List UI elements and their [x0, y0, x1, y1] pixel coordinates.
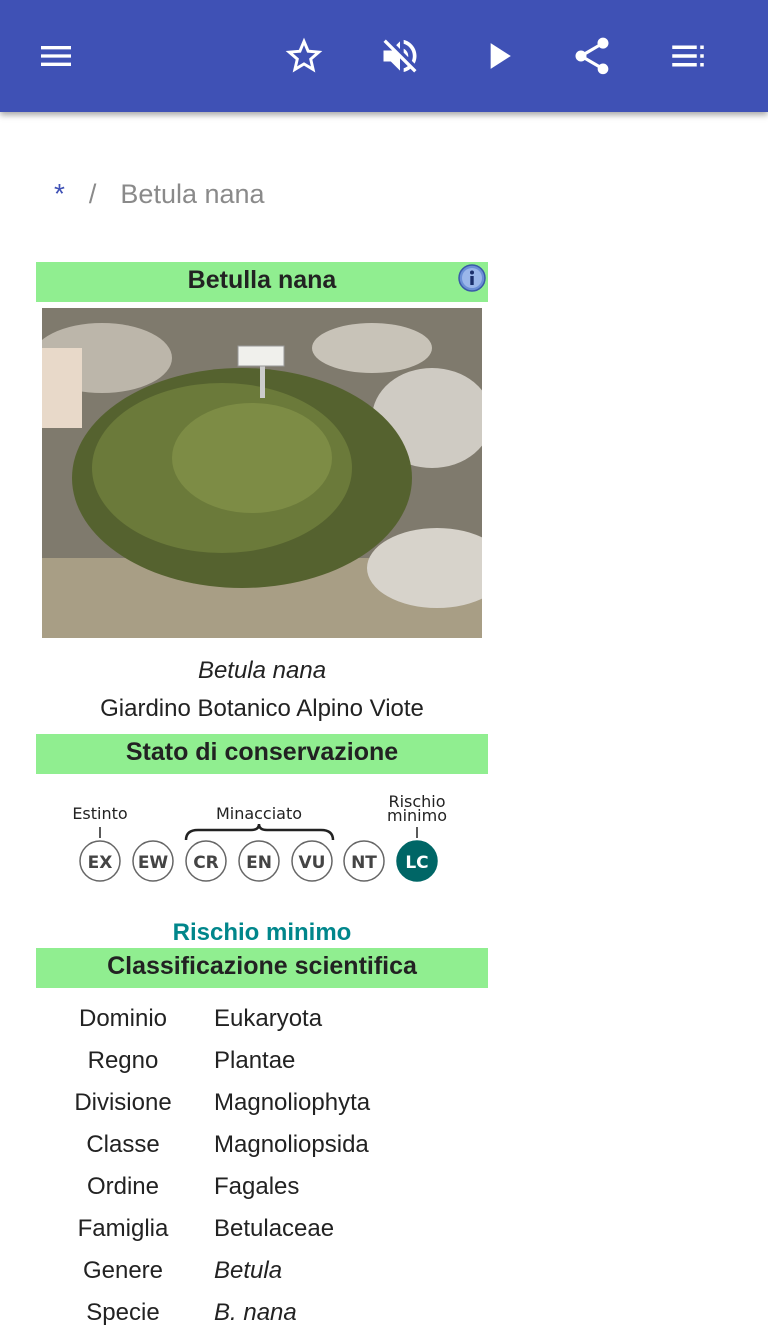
- taxonomy-value[interactable]: Plantae: [210, 1040, 295, 1082]
- iucn-label-least-line2: minimo: [387, 806, 447, 825]
- taxonomy-value[interactable]: Magnoliophyta: [210, 1082, 370, 1124]
- taxonomy-rank: Regno: [87, 1047, 159, 1074]
- caption-species: Betula nana: [197, 657, 327, 684]
- taxonomy-value: Eukaryota: [214, 1005, 323, 1032]
- taxonomy-rank: Famiglia: [77, 1215, 169, 1242]
- taxonomy-value[interactable]: Betula: [210, 1250, 282, 1292]
- infobox-title: Betulla nana: [187, 266, 337, 294]
- taxonomy-value[interactable]: Betulaceae: [210, 1208, 334, 1250]
- taxonomy-row: Specie B. nana: [36, 1292, 488, 1334]
- taxonomy-table: Dominio Eukaryota Regno Plantae Divisione Mag…: [36, 998, 488, 1334]
- menu-icon[interactable]: [28, 28, 84, 84]
- iucn-status-scale[interactable]: Estinto Minacciato Rischio minimo EX EW CR…: [36, 782, 488, 892]
- taxonomy-rank: Dominio: [78, 1005, 168, 1032]
- iucn-label-threatened: Minacciato: [216, 804, 302, 823]
- iucn-category-label: EW: [138, 853, 169, 873]
- iucn-category-label: EX: [88, 853, 113, 873]
- taxonomy-value[interactable]: Magnoliopsida: [210, 1124, 369, 1166]
- breadcrumb-current: Betula nana: [120, 179, 265, 209]
- iucn-category-vu: VU: [291, 840, 333, 882]
- playlist-icon[interactable]: [660, 28, 716, 84]
- breadcrumb: * / Betula nana: [54, 178, 265, 210]
- conservation-status: Rischio minimo: [172, 919, 352, 946]
- iucn-category-ex: EX: [79, 840, 121, 882]
- taxonomy-row: Genere Betula: [36, 1250, 488, 1292]
- taxonomy-rank: Specie: [86, 1299, 160, 1326]
- infobox-title-bar: Betulla nana: [36, 262, 488, 302]
- photo-caption: Betula nana Giardino Botanico Alpino Vio…: [36, 652, 488, 728]
- star-outline-icon[interactable]: [276, 28, 332, 84]
- taxonomy-rank: Ordine: [86, 1173, 160, 1200]
- iucn-category-label: EN: [246, 853, 272, 873]
- taxonomy-row: Regno Plantae: [36, 1040, 488, 1082]
- iucn-category-ew: EW: [132, 840, 174, 882]
- classification-header: Classificazione scientifica: [36, 948, 488, 988]
- taxonomy-row: Divisione Magnoliophyta: [36, 1082, 488, 1124]
- play-icon[interactable]: [470, 28, 526, 84]
- share-icon[interactable]: [564, 28, 620, 84]
- species-photo[interactable]: [42, 308, 482, 638]
- iucn-category-label: CR: [193, 853, 219, 873]
- taxonomy-row: Dominio Eukaryota: [36, 998, 488, 1040]
- taxonomy-rank: Divisione: [74, 1089, 172, 1116]
- iucn-category-label: NT: [351, 853, 377, 873]
- taxonomy-rank: Genere: [82, 1257, 164, 1284]
- breadcrumb-home-link[interactable]: *: [54, 178, 65, 209]
- taxonomy-value[interactable]: B. nana: [210, 1292, 297, 1334]
- taxonomy-rank: Classe: [86, 1131, 160, 1158]
- iucn-category-cr: CR: [185, 840, 227, 882]
- volume-off-icon[interactable]: [372, 28, 428, 84]
- app-toolbar: [0, 0, 768, 112]
- taxonomy-row: Ordine Fagales: [36, 1166, 488, 1208]
- species-infobox: Betulla nana Betula nana Giardino Botani…: [36, 262, 488, 1334]
- iucn-category-label: LC: [405, 853, 428, 873]
- conservation-header: Stato di conservazione: [36, 734, 488, 774]
- taxonomy-row: Famiglia Betulaceae: [36, 1208, 488, 1250]
- breadcrumb-separator: /: [88, 179, 97, 209]
- taxonomy-value[interactable]: Fagales: [210, 1166, 299, 1208]
- iucn-category-lc: LC: [396, 840, 438, 882]
- iucn-category-en: EN: [238, 840, 280, 882]
- caption-location: Giardino Botanico Alpino Viote: [100, 695, 424, 722]
- iucn-category-label: VU: [299, 853, 326, 873]
- iucn-label-extinct: Estinto: [72, 804, 127, 823]
- taxonomy-row: Classe Magnoliopsida: [36, 1124, 488, 1166]
- info-icon[interactable]: [458, 264, 486, 292]
- iucn-category-nt: NT: [343, 840, 385, 882]
